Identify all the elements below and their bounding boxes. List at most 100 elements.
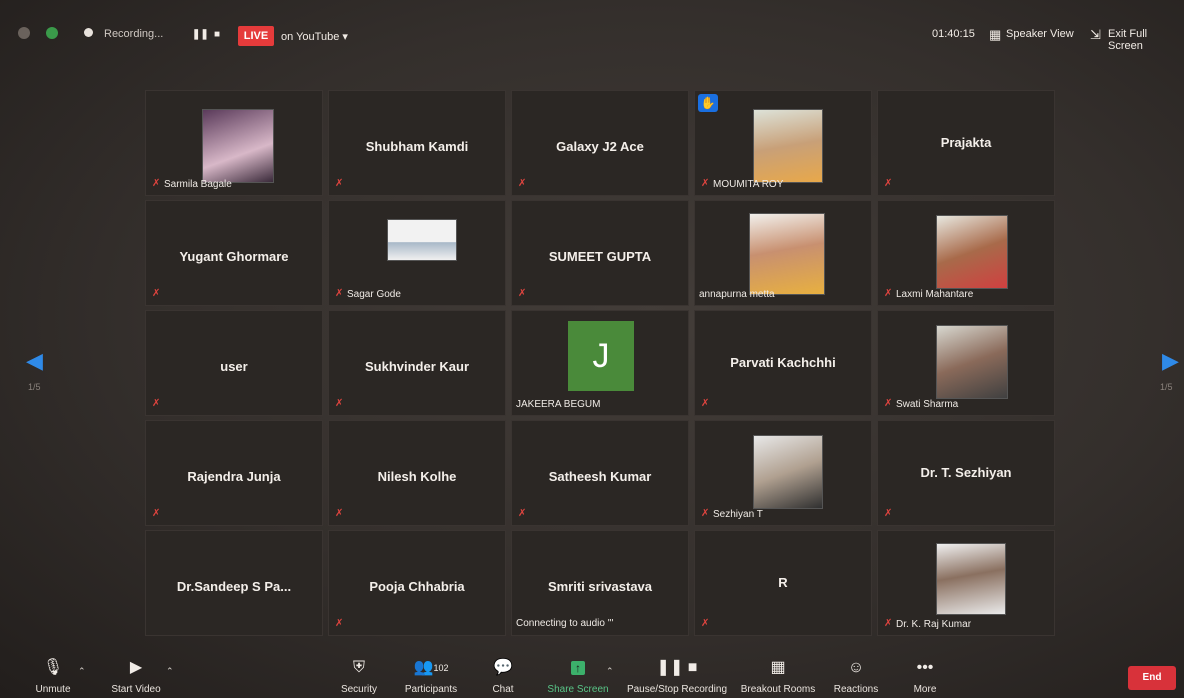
participant-tile[interactable]: Shubham Kamdi ✗ <box>328 90 506 196</box>
participants-icon: 👥 <box>413 659 434 676</box>
exit-full-screen-button[interactable]: Exit Full Screen <box>1108 28 1184 52</box>
participant-tile[interactable]: Galaxy J2 Ace ✗ <box>511 90 689 196</box>
participant-tile[interactable]: Nilesh Kolhe ✗ <box>328 420 506 526</box>
chat-button[interactable]: 💬 Chat <box>488 658 518 695</box>
muted-mic-icon: ✗ <box>152 508 161 519</box>
participant-tile[interactable]: J JAKEERA BEGUM <box>511 310 689 416</box>
participant-name: Sukhvinder Kaur <box>364 359 470 374</box>
participant-tile[interactable]: ✋ ✗ MOUMITA ROY <box>694 90 872 196</box>
end-meeting-button[interactable]: End <box>1128 666 1176 690</box>
stop-recording-icon[interactable]: ■ <box>214 29 220 40</box>
shield-icon: ⛨ <box>352 659 365 676</box>
participant-tile[interactable]: Sukhvinder Kaur ✗ <box>328 310 506 416</box>
smiley-icon: ☺ <box>847 659 865 676</box>
previous-page-arrow-icon[interactable]: ◀ <box>26 348 43 374</box>
participant-tile[interactable]: Smriti srivastava Connecting to audio ''… <box>511 530 689 636</box>
muted-mic-icon: ✗ <box>884 178 893 189</box>
participant-name: Dr. T. Sezhiyan <box>920 465 1012 480</box>
muted-mic-icon: ✗ <box>152 398 161 409</box>
participant-tile[interactable]: ✗ Swati Sharma <box>877 310 1055 416</box>
muted-mic-icon: ✗ <box>152 288 161 299</box>
breakout-rooms-icon: ▦ <box>770 659 786 676</box>
participant-name: Shubham Kamdi <box>365 139 469 154</box>
live-badge[interactable]: LIVE <box>238 26 274 46</box>
participant-tile[interactable]: annapurna metta <box>694 200 872 306</box>
participant-caption: MOUMITA ROY <box>713 179 784 190</box>
participant-tile[interactable]: ✗ Laxmi Mahantare <box>877 200 1055 306</box>
participants-label: Participants <box>404 684 458 695</box>
bottom-toolbar: 🎙 Unmute ⌃ ▶ Start Video ⌃ ⛨ Security 👥1… <box>0 658 1184 698</box>
participant-tile[interactable]: Dr.Sandeep S Pa... <box>145 530 323 636</box>
muted-mic-icon: ✗ <box>884 398 893 409</box>
participant-photo <box>936 325 1008 399</box>
reactions-button[interactable]: ☺ Reactions <box>832 658 880 695</box>
participant-name: R <box>778 575 788 590</box>
unmute-button[interactable]: 🎙 Unmute <box>30 658 76 695</box>
shield-status-icon[interactable] <box>46 27 58 39</box>
pause-stop-recording-button[interactable]: ❚❚ ■ Pause/Stop Recording <box>626 658 728 695</box>
start-video-button[interactable]: ▶ Start Video <box>106 658 166 695</box>
muted-mic-icon: ✗ <box>884 618 893 629</box>
participant-photo <box>753 109 823 183</box>
participant-name: Smriti srivastava <box>547 579 653 594</box>
participant-tile[interactable]: Satheesh Kumar ✗ <box>511 420 689 526</box>
muted-mic-icon: ✗ <box>701 618 710 629</box>
participant-tile[interactable]: Prajakta ✗ <box>877 90 1055 196</box>
participant-caption: Sagar Gode <box>347 289 401 300</box>
reactions-label: Reactions <box>833 684 879 695</box>
initial-avatar: J <box>568 321 634 391</box>
muted-mic-icon: ✗ <box>152 178 161 189</box>
participant-tile[interactable]: ✗ Sarmila Bagale <box>145 90 323 196</box>
security-button[interactable]: ⛨ Security <box>336 658 382 695</box>
participant-name: Rajendra Junja <box>187 469 281 484</box>
video-options-caret-icon[interactable]: ⌃ <box>166 666 174 677</box>
participant-tile[interactable]: R ✗ <box>694 530 872 636</box>
muted-mic-icon: ✗ <box>884 288 893 299</box>
meeting-timer: 01:40:15 <box>932 28 975 40</box>
participant-tile[interactable]: SUMEET GUPTA ✗ <box>511 200 689 306</box>
participant-name: Satheesh Kumar <box>548 469 652 484</box>
participant-tile[interactable]: Rajendra Junja ✗ <box>145 420 323 526</box>
breakout-rooms-button[interactable]: ▦ Breakout Rooms <box>740 658 816 695</box>
share-screen-button[interactable]: ↑ Share Screen <box>546 658 610 695</box>
participant-name: Nilesh Kolhe <box>377 469 457 484</box>
participant-tile[interactable]: user ✗ <box>145 310 323 416</box>
pause-recording-icon[interactable]: ❚❚ <box>192 29 209 40</box>
next-page-arrow-icon[interactable]: ▶ <box>1162 348 1179 374</box>
participants-count: 102 <box>433 663 449 673</box>
window-dot-icon <box>18 27 30 39</box>
participant-tile[interactable]: Yugant Ghormare ✗ <box>145 200 323 306</box>
audio-options-caret-icon[interactable]: ⌃ <box>78 666 86 677</box>
participant-caption: JAKEERA BEGUM <box>516 399 601 410</box>
participant-tile[interactable]: ✗ Sagar Gode <box>328 200 506 306</box>
pause-stop-recording-label: Pause/Stop Recording <box>626 684 728 695</box>
breakout-rooms-label: Breakout Rooms <box>740 684 816 695</box>
participant-photo <box>387 219 457 261</box>
muted-mic-icon: ✗ <box>701 508 710 519</box>
participant-tile[interactable]: ✗ Dr. K. Raj Kumar <box>877 530 1055 636</box>
share-options-caret-icon[interactable]: ⌃ <box>606 666 614 677</box>
participant-caption: Swati Sharma <box>896 399 959 410</box>
participant-caption: annapurna metta <box>699 289 775 300</box>
participant-photo <box>936 215 1008 289</box>
participant-photo <box>753 435 823 509</box>
participant-photo <box>749 213 825 295</box>
participants-button[interactable]: 👥102 Participants <box>402 658 460 695</box>
muted-mic-icon: ✗ <box>335 618 344 629</box>
participant-caption: Sarmila Bagale <box>164 179 232 190</box>
participant-tile[interactable]: Dr. T. Sezhiyan ✗ <box>877 420 1055 526</box>
muted-mic-icon: ✗ <box>518 178 527 189</box>
muted-mic-icon: ✗ <box>518 288 527 299</box>
youtube-stream-dropdown[interactable]: on YouTube ▾ <box>281 30 348 43</box>
recording-dot-icon <box>84 28 93 37</box>
speaker-view-button[interactable]: Speaker View <box>1006 28 1074 40</box>
muted-mic-icon: ✗ <box>701 178 710 189</box>
participant-tile[interactable]: Parvati Kachchhi ✗ <box>694 310 872 416</box>
participant-tile[interactable]: ✗ Sezhiyan T <box>694 420 872 526</box>
more-button[interactable]: ••• More <box>908 658 942 695</box>
participant-photo <box>202 109 274 183</box>
participant-tile[interactable]: Pooja Chhabria ✗ <box>328 530 506 636</box>
unmute-label: Unmute <box>35 684 71 695</box>
chevron-down-icon: ▾ <box>342 31 348 43</box>
top-bar: Recording... ❚❚ ■ LIVE on YouTube ▾ 01:4… <box>0 18 1184 54</box>
